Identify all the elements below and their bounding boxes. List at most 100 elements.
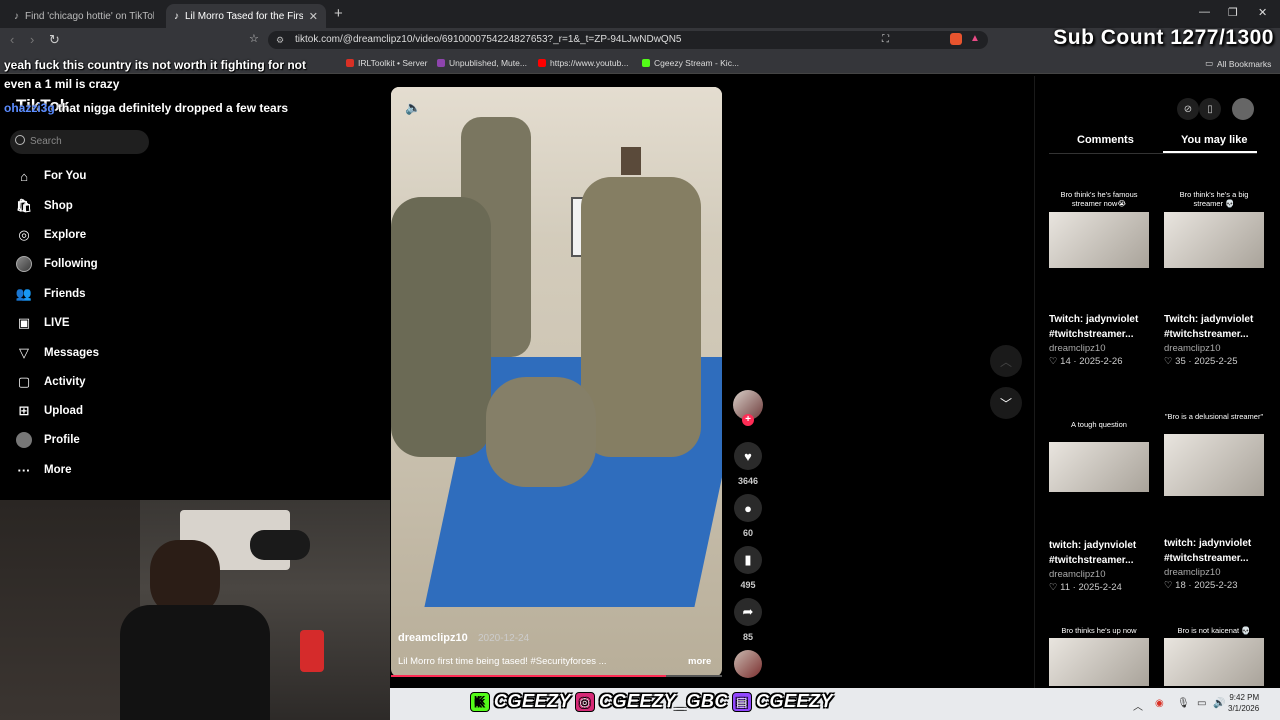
comment-button[interactable]: ● xyxy=(734,494,762,522)
recommended-video-card[interactable]: A tough question twitch: jadynviolet #tw… xyxy=(1049,420,1149,593)
kick-icon: K xyxy=(470,691,490,712)
bookmark-favicon-icon xyxy=(346,59,354,67)
volume-icon[interactable]: 🔈 xyxy=(405,100,421,116)
like-button[interactable]: ♥ xyxy=(734,442,762,470)
drink-bottle xyxy=(300,630,324,672)
nav-friends[interactable]: 👥 Friends xyxy=(16,282,86,306)
nav-following[interactable]: Following xyxy=(16,252,98,276)
forward-icon[interactable]: › xyxy=(30,32,34,47)
heart-outline-icon: ♡ xyxy=(1049,582,1061,593)
kick-handle: CGEEZY xyxy=(494,691,572,711)
recommended-video-card[interactable]: Bro think's he's famous streamer now😭 Tw… xyxy=(1049,190,1149,367)
back-icon[interactable]: ‹ xyxy=(10,32,14,47)
bookmark-item[interactable]: Unpublished, Mute... xyxy=(437,58,527,68)
browser-tab-2[interactable]: ♪ Lil Morro Tased for the First Time ✕ xyxy=(166,4,326,28)
recommended-video-card[interactable]: Bro think's he's a big streamer 💀 Twitch… xyxy=(1164,190,1264,367)
tab-you-may-like[interactable]: You may like xyxy=(1181,134,1247,146)
nav-shop[interactable]: 🛍 Shop xyxy=(16,194,73,218)
close-tab-icon[interactable]: ✕ xyxy=(309,10,318,23)
social-handles-overlay: K CGEEZY ◎ CGEEZY_GBC ▤ CGEEZY xyxy=(470,691,833,712)
card-author: dreamclipz10 xyxy=(1049,569,1106,580)
network-icon[interactable]: ▭ xyxy=(1197,698,1206,709)
card-meta: ♡ 18 · 2025-2-23 xyxy=(1164,580,1238,591)
microphone xyxy=(250,530,310,560)
all-bookmarks-folder[interactable]: ▭ All Bookmarks xyxy=(1205,58,1271,69)
brave-rewards-icon[interactable]: ▲ xyxy=(970,33,980,44)
nav-more[interactable]: ··· More xyxy=(16,458,72,482)
nav-profile[interactable]: Profile xyxy=(16,428,80,452)
video-player[interactable] xyxy=(391,87,722,677)
share-button[interactable]: ➦ xyxy=(734,598,762,626)
new-tab-icon[interactable]: + xyxy=(334,5,343,22)
bookmark-item[interactable]: IRLToolkit • Server xyxy=(346,58,427,68)
url-field[interactable]: tiktok.com/@dreamclipz10/video/691000075… xyxy=(268,31,988,49)
nav-messages[interactable]: ▽ Messages xyxy=(16,341,99,365)
tab-divider xyxy=(1049,153,1257,154)
bookmark-favicon-icon xyxy=(538,59,546,67)
tab-title: Find 'chicago hottie' on TikTok | TikTo xyxy=(25,10,154,22)
compass-icon: ◎ xyxy=(18,227,30,242)
speaker-icon[interactable]: 🔊 xyxy=(1213,698,1225,709)
nav-for-you[interactable]: ⌂ For You xyxy=(16,164,86,188)
next-video-button[interactable]: ﹀ xyxy=(990,387,1022,419)
floating-player-icon[interactable]: ⊘ xyxy=(1177,98,1199,120)
microphone-icon[interactable]: 🎙 xyxy=(1177,698,1190,709)
activity-icon: ▢ xyxy=(17,374,31,389)
caption-more-button[interactable]: more xyxy=(688,656,711,667)
tray-expand-icon[interactable]: ︿ xyxy=(1133,698,1143,713)
video-progress-bar[interactable] xyxy=(391,675,722,677)
follow-plus-icon[interactable]: + xyxy=(742,414,754,426)
clock-date: 3/1/2026 xyxy=(1228,704,1260,713)
card-meta: ♡ 35 · 2025-2-25 xyxy=(1164,356,1238,367)
search-input[interactable]: Search xyxy=(10,130,149,154)
video-thumbnail xyxy=(1049,638,1149,686)
nav-activity[interactable]: ▢ Activity xyxy=(16,370,86,394)
card-author: dreamclipz10 xyxy=(1164,567,1221,578)
taskbar-clock[interactable]: 9:42 PM 3/1/2026 xyxy=(1228,692,1259,714)
video-soldier-left xyxy=(391,197,491,457)
recommended-video-card[interactable]: Bro is not kaicenat 💀 xyxy=(1164,626,1264,686)
video-author[interactable]: dreamclipz10 xyxy=(398,632,468,644)
shop-icon: 🛍 xyxy=(15,198,33,213)
reload-icon[interactable]: ↻ xyxy=(49,32,60,48)
minimize-icon[interactable]: — xyxy=(1199,6,1210,18)
user-avatar[interactable] xyxy=(1232,98,1254,120)
recommended-video-card[interactable]: Bro thinks he's up now xyxy=(1049,626,1149,686)
nav-upload[interactable]: ⊞ Upload xyxy=(16,399,83,423)
heart-outline-icon: ♡ xyxy=(1164,580,1176,591)
nav-explore[interactable]: ◎ Explore xyxy=(16,223,86,247)
tab-comments[interactable]: Comments xyxy=(1077,134,1134,146)
bookmark-item[interactable]: https://www.youtub... xyxy=(538,58,628,68)
tray-app-icon[interactable]: ◉ xyxy=(1155,698,1164,709)
clock-time: 9:42 PM xyxy=(1229,693,1260,702)
nav-live[interactable]: ▣ LIVE xyxy=(16,311,70,335)
right-panel xyxy=(1034,76,1280,688)
card-title-hashtag: #twitchstreamer... xyxy=(1049,555,1134,566)
brave-shield-icon[interactable] xyxy=(950,33,962,45)
video-thumbnail xyxy=(1164,434,1264,496)
card-meta: ♡ 11 · 2025-2-24 xyxy=(1049,582,1122,593)
card-author: dreamclipz10 xyxy=(1049,343,1106,354)
thumbnail-caption: Bro think's he's a big streamer 💀 xyxy=(1179,190,1249,208)
sound-disc-icon[interactable] xyxy=(734,650,762,678)
extensions-area-icon[interactable]: ⛶ xyxy=(882,34,889,45)
site-info-icon[interactable]: ⚙ xyxy=(276,35,284,46)
thumbnail-caption: "Bro is a delusional streamer" xyxy=(1164,412,1264,421)
browser-tab-1[interactable]: ♪ Find 'chicago hottie' on TikTok | TikT… xyxy=(6,4,162,28)
video-soldier-ground xyxy=(486,377,596,487)
bookmark-item[interactable]: Cgeezy Stream - Kic... xyxy=(642,58,739,68)
save-button[interactable]: ▮ xyxy=(734,546,762,574)
friends-icon: 👥 xyxy=(15,286,33,301)
folder-icon: ▭ xyxy=(1205,58,1214,68)
bookmark-star-icon[interactable]: ☆ xyxy=(249,32,259,45)
device-icon[interactable]: ▯ xyxy=(1199,98,1221,120)
video-soldier-right xyxy=(581,177,701,457)
previous-video-button[interactable]: ︿ xyxy=(990,345,1022,377)
comment-count: 60 xyxy=(742,528,753,538)
video-thumbnail xyxy=(1164,638,1264,686)
card-title: twitch: jadynviolet xyxy=(1049,540,1137,551)
recommended-video-card[interactable]: "Bro is a delusional streamer" twitch: j… xyxy=(1164,412,1264,591)
home-icon: ⌂ xyxy=(20,168,28,184)
restore-icon[interactable]: ❐ xyxy=(1228,6,1238,19)
close-window-icon[interactable]: ✕ xyxy=(1258,6,1267,19)
